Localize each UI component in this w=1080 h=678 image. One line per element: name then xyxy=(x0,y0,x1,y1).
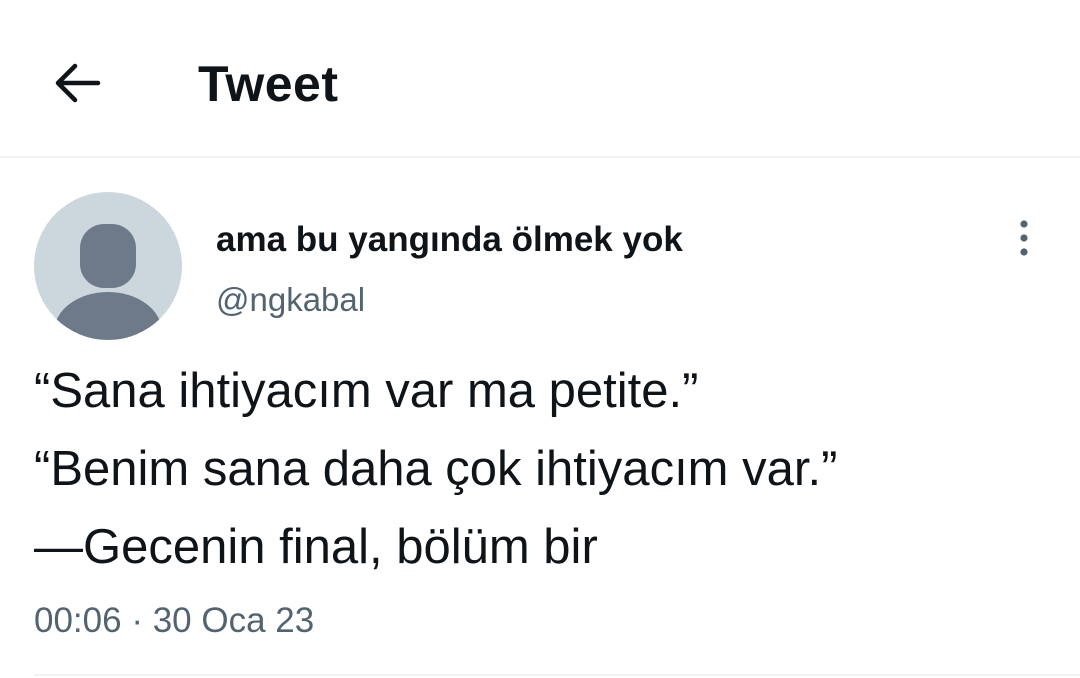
avatar[interactable] xyxy=(34,192,182,340)
meta-separator: · xyxy=(131,601,143,640)
author-display-name[interactable]: ama bu yangında ölmek yok xyxy=(216,218,683,262)
more-options-button[interactable] xyxy=(1004,214,1044,262)
arrow-left-icon xyxy=(55,63,101,103)
tweet-timestamp[interactable]: 00:06 · 30 Oca 23 xyxy=(34,598,314,644)
tweet-date: 30 Oca 23 xyxy=(152,601,315,640)
page-title: Tweet xyxy=(198,56,339,112)
tweet-time: 00:06 xyxy=(34,601,122,640)
divider xyxy=(34,674,1080,676)
tweet-text-line: —Gecenin final, bölüm bir xyxy=(34,520,598,574)
author-handle[interactable]: @ngkabal xyxy=(216,278,365,322)
back-button[interactable] xyxy=(44,50,110,116)
tweet-text-line: “Benim sana daha çok ihtiyacım var.” xyxy=(34,442,838,496)
top-app-bar: Tweet xyxy=(0,0,1080,158)
default-profile-avatar-icon xyxy=(54,224,162,340)
tweet-text-line: “Sana ihtiyacım var ma petite.” xyxy=(34,364,699,418)
tweet-text: “Sana ihtiyacım var ma petite.” “Benim s… xyxy=(34,352,1064,586)
vertical-dots-icon xyxy=(1020,220,1028,256)
